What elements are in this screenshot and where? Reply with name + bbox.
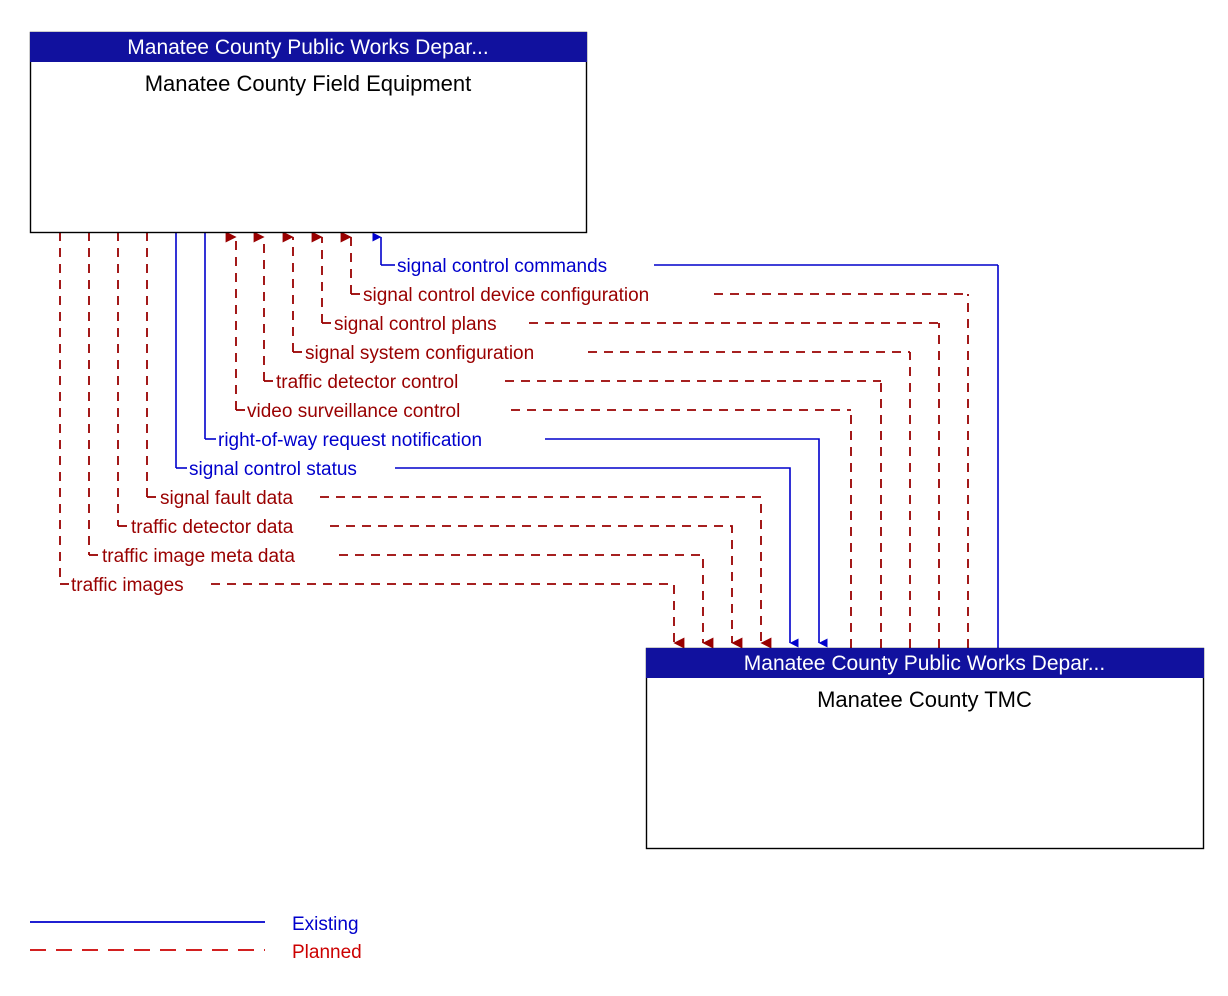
flow-label[interactable]: traffic images [71,575,184,596]
flow-label[interactable]: signal control status [189,459,357,480]
element-boxes-layer: Manatee County Public Works Depar... Mana… [29,31,1205,850]
flow-line-horizontal-run [320,496,772,649]
flow-label[interactable]: signal control commands [397,256,607,277]
element-box-field-equipment[interactable]: Manatee County Public Works Depar... Mana… [29,31,588,234]
architecture-diagram: Manatee County Public Works Depar... Mana… [0,0,1228,996]
flow-label[interactable]: traffic detector data [131,517,294,538]
flow-label[interactable]: signal control plans [334,314,497,335]
element-box-body [645,647,1205,850]
flow-line-horizontal-run [211,583,685,649]
flow-label[interactable]: traffic detector control [276,372,458,393]
flow-label[interactable]: traffic image meta data [102,546,295,567]
flow-line-horizontal-run [339,554,714,649]
legend: Existing Planned [30,914,362,963]
element-box-body [29,31,588,234]
flow-label[interactable]: signal fault data [160,488,294,509]
legend-label-existing: Existing [292,914,359,935]
element-box-title: Manatee County Field Equipment [145,71,472,96]
flow-line-horizontal-run [545,438,828,648]
element-box-header-label: Manatee County Public Works Depar... [127,36,488,59]
element-box-title: Manatee County TMC [817,687,1032,712]
flow-label[interactable]: signal control device configuration [363,285,649,306]
element-box-tmc[interactable]: Manatee County Public Works Depar... Mana… [645,647,1205,850]
flow-label[interactable]: signal system configuration [305,343,534,364]
flow-labels-layer: signal control commands signal control de… [71,256,649,596]
flow-label[interactable]: right-of-way request notification [218,430,482,451]
diagram-canvas: Manatee County Public Works Depar... Mana… [29,31,1205,963]
legend-label-planned: Planned [292,942,362,963]
element-box-header-label: Manatee County Public Works Depar... [744,652,1105,675]
flow-label[interactable]: video surveillance control [247,401,460,422]
